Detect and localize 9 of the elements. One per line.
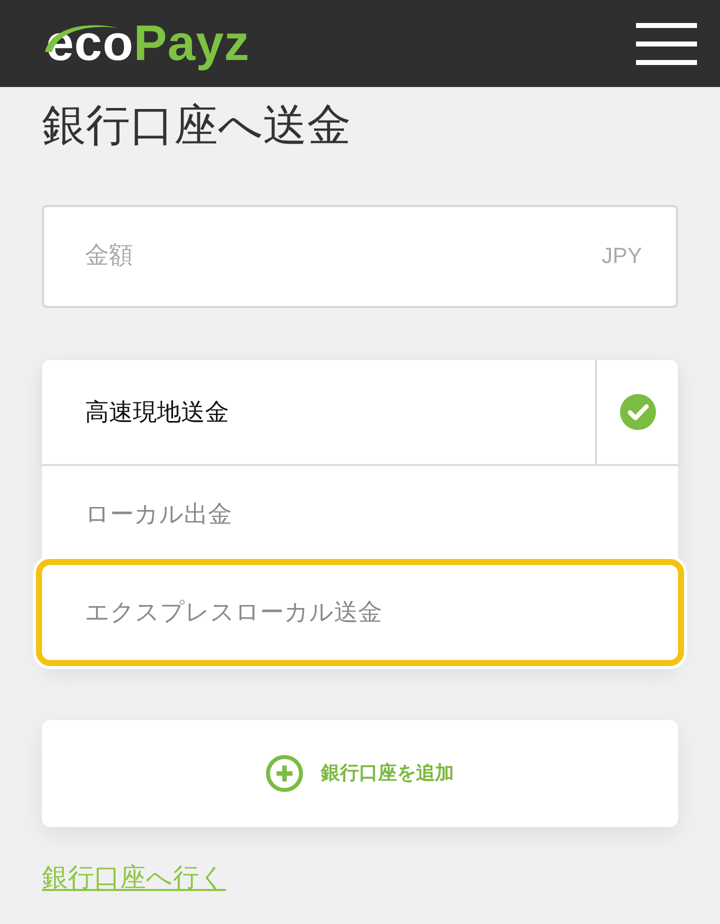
- transfer-option[interactable]: エクスプレスローカル送金: [36, 558, 684, 666]
- currency-label: JPY: [602, 243, 642, 270]
- transfer-option[interactable]: 高速現地送金: [42, 360, 678, 466]
- plus-circle-icon: [266, 754, 303, 792]
- add-bank-account-button[interactable]: 銀行口座を追加: [42, 720, 678, 827]
- bank-accounts-link[interactable]: 銀行口座へ行く: [42, 862, 226, 893]
- check-icon: [620, 394, 656, 430]
- menu-icon[interactable]: [636, 22, 697, 64]
- page-title: 銀行口座へ送金: [42, 100, 351, 152]
